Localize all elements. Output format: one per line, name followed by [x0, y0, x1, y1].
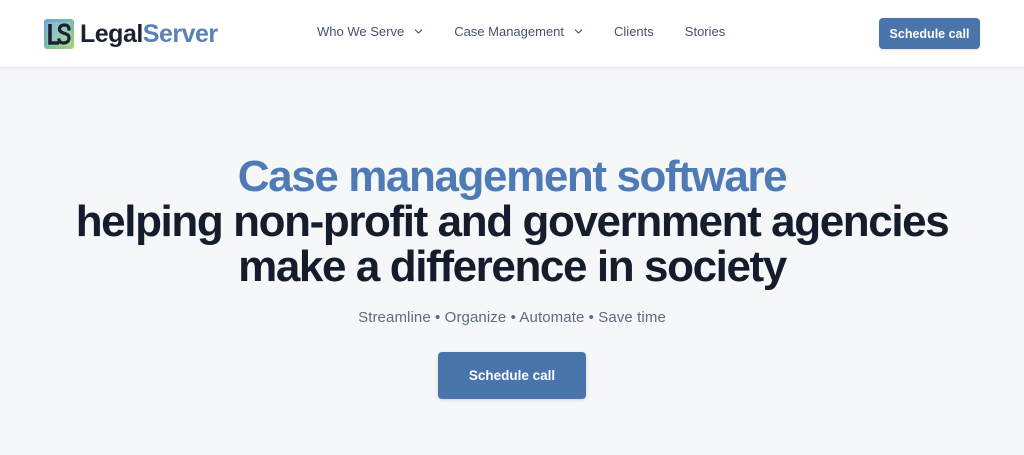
- brand-name-part-2: Server: [142, 19, 218, 48]
- ls-monogram-icon: [44, 19, 74, 49]
- brand-name-part-1: Legal: [80, 19, 143, 48]
- nav-stories[interactable]: Stories: [685, 24, 725, 39]
- main-navigation: Who We Serve Case Management Clients Sto…: [317, 24, 725, 39]
- nav-who-we-serve-label: Who We Serve: [317, 24, 405, 39]
- hero-title-accent: Case management software: [237, 152, 788, 201]
- chevron-down-icon: [574, 29, 583, 34]
- brand-logo-link[interactable]: Legal Server: [44, 18, 218, 50]
- nav-case-management-label: Case Management: [454, 24, 565, 39]
- hero-tagline: Streamline • Organize • Automate • Save …: [358, 309, 666, 326]
- nav-who-we-serve[interactable]: Who We Serve: [317, 24, 423, 39]
- site-header: Legal Server Who We Serve Case Management…: [0, 0, 1024, 68]
- hero-section: Case management software helping non-pro…: [0, 68, 1024, 455]
- nav-case-management[interactable]: Case Management: [454, 24, 583, 39]
- brand-name: Legal Server: [80, 19, 218, 48]
- hero-title-line-2: helping non-profit and government agenci…: [75, 197, 950, 246]
- hero-schedule-call-button[interactable]: Schedule call: [438, 352, 586, 399]
- nav-stories-label: Stories: [684, 24, 726, 39]
- hero-title: Case management software helping non-pro…: [0, 154, 1024, 289]
- nav-clients-label: Clients: [614, 24, 654, 39]
- hero-title-line-3: make a difference in society: [238, 242, 787, 291]
- header-schedule-call-button[interactable]: Schedule call: [879, 18, 980, 49]
- chevron-down-icon: [414, 29, 423, 34]
- nav-clients[interactable]: Clients: [614, 24, 654, 39]
